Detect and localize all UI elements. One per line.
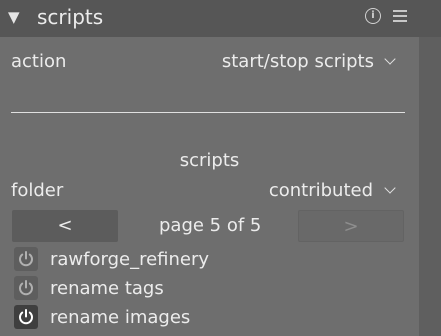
script-name: rename tags — [50, 278, 164, 299]
power-icon[interactable] — [14, 305, 38, 329]
prev-page-button[interactable]: < — [12, 210, 118, 242]
next-page-button[interactable]: > — [298, 210, 404, 242]
section-title: scripts — [179, 150, 240, 171]
folder-dropdown[interactable]: contributed — [269, 179, 373, 203]
collapse-triangle-icon[interactable]: ▼ — [8, 9, 20, 25]
folder-label: folder — [11, 180, 64, 201]
module-header[interactable]: ▼ scripts i — [0, 0, 441, 37]
presets-menu-icon[interactable] — [393, 9, 407, 24]
module-title: scripts — [37, 5, 104, 29]
panel-scrollbar[interactable] — [419, 37, 441, 336]
info-icon[interactable]: i — [365, 8, 381, 24]
script-name: rename images — [50, 307, 191, 328]
text-entry-underline — [11, 112, 405, 113]
script-text-entry[interactable] — [11, 86, 405, 110]
action-dropdown[interactable]: start/stop scripts — [222, 50, 374, 74]
script-name: rawforge_refinery — [50, 249, 210, 270]
action-label: action — [11, 51, 67, 72]
page-indicator: page 5 of 5 — [159, 215, 262, 236]
power-icon[interactable] — [14, 247, 38, 271]
power-icon[interactable] — [14, 276, 38, 300]
